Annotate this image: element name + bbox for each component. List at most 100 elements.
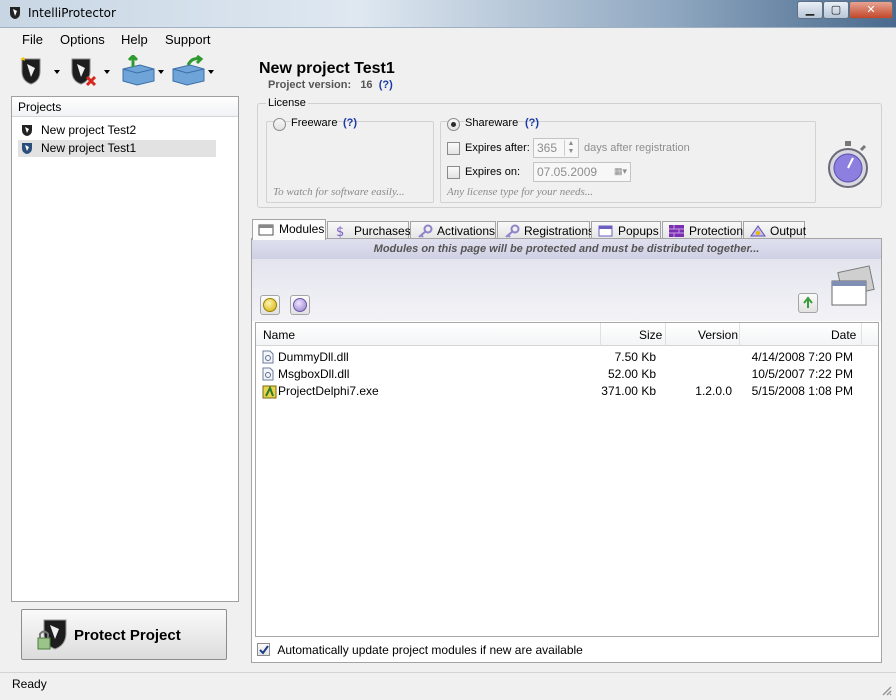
project-shield-icon — [22, 125, 32, 136]
project-title: New project Test1 — [259, 60, 395, 77]
open-project-icon[interactable] — [120, 55, 164, 87]
spinner-arrows-icon[interactable]: ▲ ▼ — [564, 140, 577, 156]
column-header-name[interactable]: Name — [263, 328, 295, 342]
modules-tab-panel: Modules on this page will be protected a… — [251, 238, 882, 663]
add-module-button[interactable] — [260, 295, 280, 315]
expires-after-suffix: days after registration — [584, 142, 690, 154]
dll-file-icon — [262, 367, 274, 381]
shareware-radio[interactable] — [447, 118, 460, 131]
project-shield-icon — [22, 143, 32, 154]
tab-label: Popups — [618, 224, 659, 238]
expires-after-value: 365 — [537, 141, 558, 155]
project-item-label: New project Test2 — [41, 123, 137, 137]
stopwatch-icon — [828, 141, 868, 188]
column-header-size[interactable]: Size — [639, 328, 662, 342]
tab-modules[interactable]: Modules — [252, 219, 326, 240]
tab-bar: Modules $ Purchases Activations Registra… — [251, 219, 882, 240]
app-window: IntelliProtector ▁ ▢ ✕ File Options Help… — [0, 0, 896, 700]
save-project-icon[interactable] — [170, 55, 214, 87]
new-project-icon[interactable] — [16, 55, 60, 87]
menu-help[interactable]: Help — [121, 32, 148, 47]
module-row[interactable]: ProjectDelphi7.exe 371.00 Kb 1.2.0.0 5/1… — [256, 383, 878, 400]
expires-on-datepicker[interactable]: 07.05.2009 ▦▾ — [533, 162, 631, 182]
maximize-button[interactable]: ▢ — [823, 1, 849, 19]
menu-options[interactable]: Options — [60, 32, 105, 47]
project-item-test1[interactable]: New project Test1 — [18, 140, 216, 157]
column-header-date[interactable]: Date — [831, 328, 856, 342]
modules-list: Name Size Version Date DummyDll.dll 7.50… — [255, 322, 879, 637]
popup-window-icon — [598, 225, 613, 237]
project-item-test2[interactable]: New project Test2 — [18, 122, 238, 139]
expires-after-label: Expires after: — [465, 142, 530, 154]
project-version: Project version: 16 (?) — [268, 79, 393, 91]
module-size: 52.00 Kb — [607, 367, 656, 381]
close-button[interactable]: ✕ — [849, 1, 893, 19]
tab-label: Activations — [437, 224, 496, 238]
freeware-label: Freeware — [291, 117, 338, 129]
status-bar: Ready — [0, 672, 896, 700]
modules-list-header: Name Size Version Date — [256, 323, 878, 346]
expires-on-value: 07.05.2009 — [537, 165, 598, 179]
calendar-dropdown-icon[interactable]: ▦▾ — [614, 166, 627, 177]
window-title: IntelliProtector — [28, 6, 116, 20]
license-title: License — [266, 97, 308, 109]
expires-on-checkbox[interactable] — [447, 166, 460, 179]
wall-icon — [669, 225, 684, 237]
check-mark-icon — [259, 645, 269, 655]
update-modules-button[interactable] — [798, 293, 818, 313]
protect-shield-lock-icon — [37, 619, 67, 650]
title-bar: IntelliProtector ▁ ▢ ✕ — [0, 0, 896, 28]
protect-project-button[interactable]: Protect Project — [21, 609, 227, 660]
expires-on-label: Expires on: — [465, 166, 521, 178]
auto-update-option: Automatically update project modules if … — [257, 643, 583, 657]
status-text: Ready — [12, 677, 47, 691]
modules-icon — [258, 224, 274, 236]
module-version: 1.2.0.0 — [695, 384, 732, 398]
project-version-label: Project version: — [268, 79, 352, 91]
auto-update-checkbox[interactable] — [257, 643, 270, 657]
svg-text:$: $ — [336, 225, 344, 238]
license-group: License Freeware (?) To watch for softwa… — [257, 97, 882, 208]
menu-file[interactable]: File — [22, 32, 43, 47]
module-date: 5/15/2008 1:08 PM — [751, 384, 853, 398]
shareware-help-link[interactable]: (?) — [525, 117, 539, 129]
window-stack-icon — [831, 265, 875, 306]
shareware-panel: Shareware (?) Expires after: 365 ▲ ▼ days… — [440, 117, 816, 203]
toolbar — [10, 52, 240, 90]
protect-project-label: Protect Project — [74, 627, 181, 644]
tab-label: Modules — [279, 222, 325, 236]
freeware-note: To watch for software easily... — [273, 186, 405, 198]
module-row[interactable]: MsgboxDll.dll 52.00 Kb 10/5/2007 7:22 PM — [256, 366, 878, 383]
app-shield-icon — [10, 7, 20, 19]
freeware-help-link[interactable]: (?) — [343, 117, 357, 129]
module-name: ProjectDelphi7.exe — [278, 384, 379, 398]
module-name: DummyDll.dll — [278, 350, 349, 364]
projects-header: Projects — [12, 97, 238, 117]
module-row[interactable]: DummyDll.dll 7.50 Kb 4/14/2008 7:20 PM — [256, 349, 878, 366]
minimize-button[interactable]: ▁ — [797, 1, 823, 19]
add-icon — [263, 298, 277, 312]
auto-update-label: Automatically update project modules if … — [277, 643, 583, 657]
project-item-label: New project Test1 — [41, 141, 137, 155]
resize-grip-icon[interactable] — [880, 684, 892, 696]
project-version-help-link[interactable]: (?) — [379, 79, 393, 91]
projects-panel: Projects New project Test2 New project T… — [11, 96, 239, 602]
remove-module-button[interactable] — [290, 295, 310, 315]
shareware-note: Any license type for your needs... — [447, 186, 594, 198]
freeware-radio[interactable] — [273, 118, 286, 131]
column-header-version[interactable]: Version — [698, 328, 738, 342]
freeware-panel: Freeware (?) To watch for software easil… — [266, 117, 434, 203]
menu-support[interactable]: Support — [165, 32, 211, 47]
key-icon — [505, 224, 520, 238]
module-name: MsgboxDll.dll — [278, 367, 350, 381]
remove-project-icon[interactable] — [66, 55, 110, 87]
expires-after-checkbox[interactable] — [447, 142, 460, 155]
tab-label: Protection — [689, 224, 744, 238]
shareware-label: Shareware — [465, 117, 519, 129]
output-icon — [750, 225, 766, 237]
expires-after-spinner[interactable]: 365 ▲ ▼ — [533, 138, 579, 158]
remove-icon — [293, 298, 307, 312]
dll-file-icon — [262, 350, 274, 364]
delphi-exe-icon — [262, 385, 277, 399]
module-size: 7.50 Kb — [614, 350, 656, 364]
